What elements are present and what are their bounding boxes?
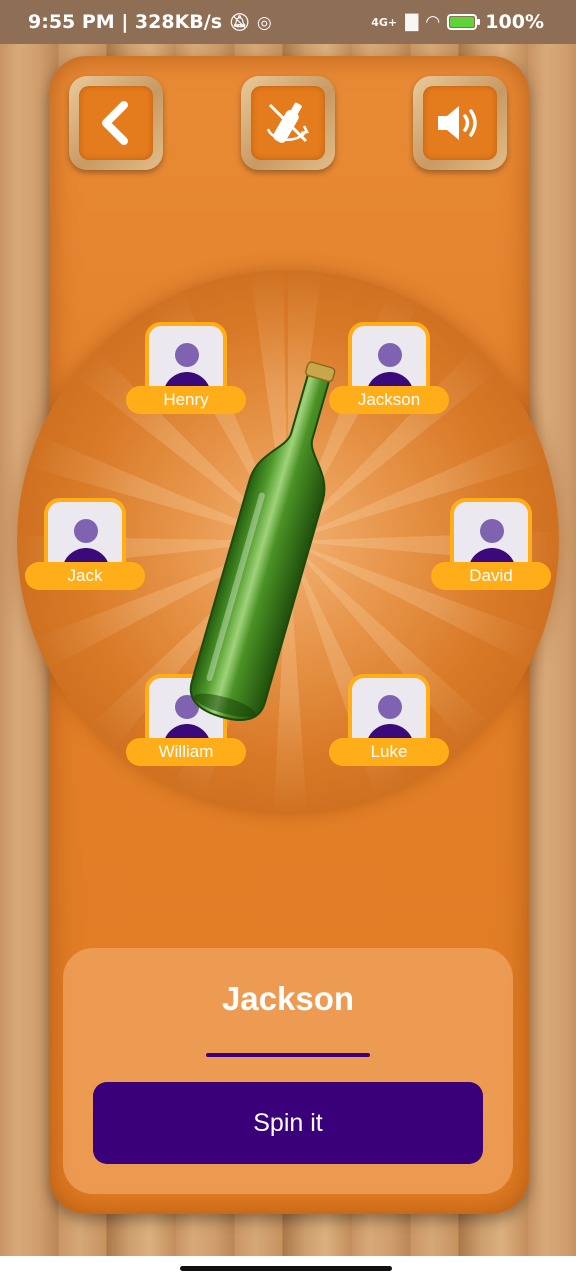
player-name: William [126, 738, 246, 766]
whatsapp-icon: ◎ [256, 13, 272, 33]
avatar-head [378, 343, 402, 367]
battery-icon [447, 14, 481, 30]
avatar [348, 322, 430, 396]
home-gesture-handle[interactable] [180, 1266, 392, 1271]
avatar [145, 322, 227, 396]
avatar-head [74, 519, 98, 543]
back-button[interactable] [69, 76, 163, 170]
player-william[interactable]: William [126, 674, 246, 774]
mute-icon: 🔕︎ [228, 13, 251, 33]
player-name: Jack [25, 562, 145, 590]
status-time: 9:55 PM [28, 11, 115, 33]
status-speed: 328KB/s [134, 11, 223, 33]
player-name: David [431, 562, 551, 590]
status-left: 9:55 PM | 328KB/s 🔕︎ ◎ [28, 11, 272, 33]
winner-name: Jackson [221, 980, 355, 1017]
avatar [145, 674, 227, 748]
signal-icon: ▇ [405, 12, 419, 32]
bottle-off-icon [266, 102, 309, 143]
player-name: Henry [126, 386, 246, 414]
spin-button[interactable]: Spin it [93, 1082, 483, 1164]
avatar [450, 498, 532, 572]
status-separator: | [121, 11, 135, 33]
player-name: Luke [329, 738, 449, 766]
battery-level: 100% [485, 11, 544, 33]
sound-button-face[interactable] [423, 86, 497, 160]
back-button-face[interactable] [79, 86, 153, 160]
status-bar: 9:55 PM | 328KB/s 🔕︎ ◎ 4G+ ▇ ◠ 100% [0, 0, 576, 44]
chevron-left-icon [102, 101, 128, 145]
avatar-head [175, 343, 199, 367]
speaker-volume-icon [438, 106, 477, 140]
player-name: Jackson [329, 386, 449, 414]
wifi-icon: ◠ [426, 12, 440, 32]
bottle-mode-button[interactable] [241, 76, 335, 170]
player-luke[interactable]: Luke [329, 674, 449, 774]
player-jack[interactable]: Jack [25, 498, 145, 598]
avatar-head [480, 519, 504, 543]
player-david[interactable]: David [431, 498, 551, 598]
network-label: 4G+ [371, 15, 398, 29]
avatar-head [175, 695, 199, 719]
sound-button[interactable] [413, 76, 507, 170]
avatar-head [378, 695, 402, 719]
player-henry[interactable]: Henry [126, 322, 246, 422]
winner-underline [206, 1053, 370, 1057]
player-jackson[interactable]: Jackson [329, 322, 449, 422]
bottle-mode-button-face[interactable] [251, 86, 325, 160]
avatar [44, 498, 126, 572]
status-right: 4G+ ▇ ◠ 100% [371, 11, 544, 33]
avatar [348, 674, 430, 748]
